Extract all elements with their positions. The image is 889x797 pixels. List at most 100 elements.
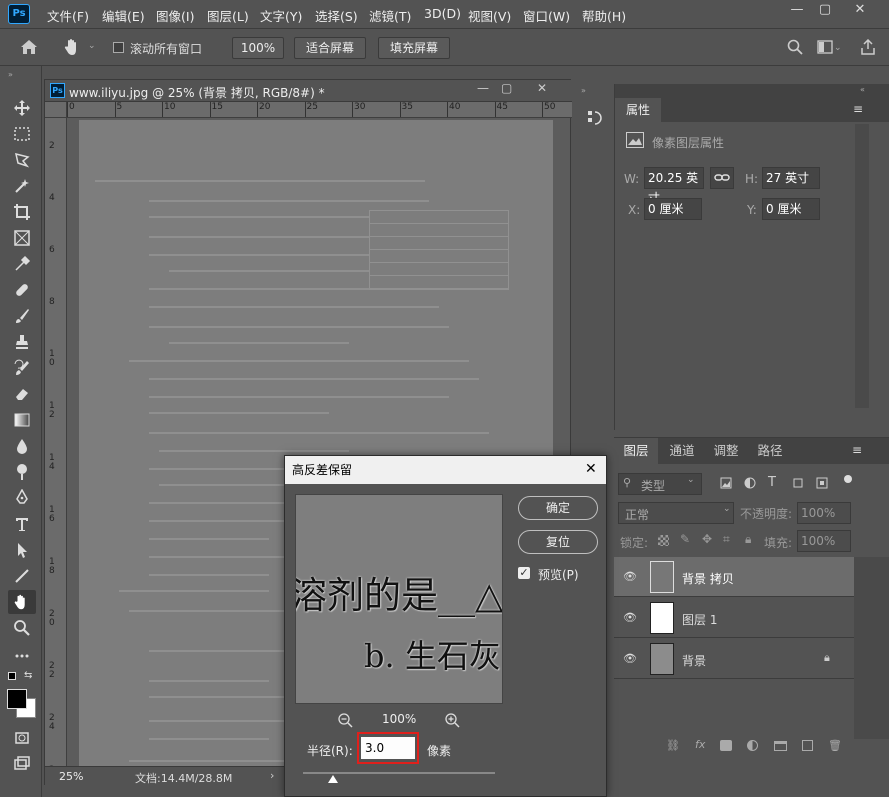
history-panel-icon[interactable] <box>585 108 605 131</box>
filter-adjustment-icon[interactable] <box>744 477 756 492</box>
brush-tool-icon[interactable] <box>8 304 36 328</box>
more-tools-icon[interactable] <box>8 644 36 668</box>
dodge-tool-icon[interactable] <box>8 460 36 484</box>
ok-button[interactable]: 确定 <box>518 496 598 520</box>
swap-colors-icon[interactable]: ⇆ <box>24 670 32 681</box>
panel-menu-icon[interactable]: ≡ <box>852 443 862 457</box>
blur-tool-icon[interactable] <box>8 434 36 458</box>
layer-row[interactable]: 👁︎ 图层 1 <box>614 598 854 638</box>
properties-scrollbar[interactable] <box>855 124 869 408</box>
crop-tool-icon[interactable] <box>8 200 36 224</box>
layer-style-icon[interactable]: fx <box>695 738 705 751</box>
width-field[interactable]: 20.25 英寸 <box>644 167 704 205</box>
zoom-100-button[interactable]: 100% <box>232 37 284 59</box>
foreground-color-swatch[interactable] <box>7 689 27 709</box>
link-layers-icon[interactable]: ⛓︎ <box>666 739 680 752</box>
layer-row[interactable]: 👁︎ 背景 🔒︎ <box>614 639 854 679</box>
menu-view[interactable]: 视图(V) <box>468 6 511 25</box>
gradient-tool-icon[interactable] <box>8 408 36 432</box>
delete-layer-icon[interactable]: 🗑︎ <box>828 739 842 752</box>
document-tab[interactable]: Ps www.iliyu.jpg @ 25% (背景 拷贝, RGB/8#) *… <box>45 80 572 102</box>
fill-field[interactable]: 100% <box>797 530 851 552</box>
menu-select[interactable]: 选择(S) <box>315 6 358 25</box>
eyedropper-tool-icon[interactable] <box>8 252 36 276</box>
default-colors-icon[interactable] <box>8 672 16 680</box>
preview-checkbox[interactable]: ✓ <box>518 567 530 579</box>
lock-transparent-icon[interactable] <box>658 535 669 546</box>
minimize-button[interactable]: — <box>782 2 812 20</box>
fill-screen-button[interactable]: 填充屏幕 <box>378 37 450 59</box>
layer-name[interactable]: 背景 拷贝 <box>682 570 734 587</box>
line-tool-icon[interactable] <box>8 564 36 588</box>
quick-mask-icon[interactable] <box>8 726 36 750</box>
zoom-in-icon[interactable] <box>444 712 460 731</box>
healing-brush-tool-icon[interactable] <box>8 278 36 302</box>
layer-name[interactable]: 图层 1 <box>682 611 717 628</box>
collapse-arrows-icon[interactable]: » <box>8 70 13 79</box>
lock-all-icon[interactable]: 🔒︎ <box>745 532 751 547</box>
tab-paths[interactable]: 路径 <box>748 438 792 464</box>
fit-screen-button[interactable]: 适合屏幕 <box>294 37 366 59</box>
visibility-eye-icon[interactable]: 👁︎ <box>623 611 637 624</box>
menu-help[interactable]: 帮助(H) <box>582 6 626 25</box>
frame-tool-icon[interactable] <box>8 226 36 250</box>
menu-3d[interactable]: 3D(D) <box>424 6 461 21</box>
menu-type[interactable]: 文字(Y) <box>260 6 302 25</box>
path-selection-tool-icon[interactable] <box>8 538 36 562</box>
share-icon[interactable] <box>860 38 876 58</box>
status-arrow-icon[interactable]: › <box>270 769 274 782</box>
lasso-tool-icon[interactable] <box>8 148 36 172</box>
tab-adjustments[interactable]: 调整 <box>704 438 748 464</box>
filter-pixel-icon[interactable] <box>720 477 732 492</box>
close-button[interactable]: ✕ <box>845 2 875 20</box>
tab-layers[interactable]: 图层 <box>614 438 658 464</box>
collapse-arrows-icon[interactable]: « <box>860 85 865 94</box>
menu-filter[interactable]: 滤镜(T) <box>369 6 411 25</box>
layer-filter-select[interactable]: ⚲ 类型 ⌄ <box>618 473 702 495</box>
menu-edit[interactable]: 编辑(E) <box>102 6 145 25</box>
pen-tool-icon[interactable] <box>8 486 36 510</box>
radius-slider-track[interactable] <box>303 772 495 774</box>
link-dimensions-icon[interactable] <box>710 167 734 189</box>
filter-smart-object-icon[interactable] <box>816 477 828 492</box>
scroll-all-checkbox[interactable] <box>113 42 124 53</box>
lock-pixels-icon[interactable]: ✎ <box>680 532 690 546</box>
collapse-arrows-icon[interactable]: » <box>581 86 586 95</box>
new-layer-icon[interactable] <box>802 740 813 751</box>
new-group-icon[interactable] <box>774 741 787 751</box>
menu-window[interactable]: 窗口(W) <box>523 6 570 25</box>
panel-menu-icon[interactable]: ≡ <box>853 102 863 116</box>
reset-button[interactable]: 复位 <box>518 530 598 554</box>
home-icon[interactable] <box>20 39 38 58</box>
menu-file[interactable]: 文件(F) <box>47 6 89 25</box>
menu-image[interactable]: 图像(I) <box>156 6 194 25</box>
filter-type-icon[interactable]: T <box>768 475 776 490</box>
marquee-tool-icon[interactable] <box>8 122 36 146</box>
visibility-eye-icon[interactable]: 👁︎ <box>623 652 637 665</box>
layer-row[interactable]: 👁︎ 背景 拷贝 <box>614 557 854 597</box>
filter-preview[interactable]: 溶剂的是__△ b. 生石灰 <box>295 494 503 704</box>
eraser-tool-icon[interactable] <box>8 382 36 406</box>
zoom-out-icon[interactable] <box>337 712 353 731</box>
type-tool-icon[interactable] <box>8 512 36 536</box>
hand-tool-preset-icon[interactable] <box>63 38 83 59</box>
x-position-field[interactable]: 0 厘米 <box>644 198 702 220</box>
magic-wand-tool-icon[interactable] <box>8 174 36 198</box>
blend-mode-select[interactable]: 正常 ⌄ <box>618 502 734 524</box>
layer-name[interactable]: 背景 <box>682 652 706 669</box>
hand-tool-icon[interactable] <box>8 590 36 614</box>
zoom-level[interactable]: 25% <box>59 770 83 783</box>
lock-artboard-icon[interactable]: ⌗ <box>723 532 730 547</box>
visibility-eye-icon[interactable]: 👁︎ <box>623 570 637 583</box>
doc-maximize-button[interactable]: ▢ <box>501 81 512 95</box>
filter-shape-icon[interactable] <box>792 477 804 492</box>
filter-toggle-icon[interactable] <box>844 475 852 483</box>
add-mask-icon[interactable] <box>720 740 732 751</box>
new-adjustment-icon[interactable] <box>747 740 758 751</box>
lock-position-icon[interactable]: ✥ <box>702 532 712 546</box>
workspace-icon[interactable] <box>817 40 833 57</box>
y-position-field[interactable]: 0 厘米 <box>762 198 820 220</box>
menu-layer[interactable]: 图层(L) <box>207 6 249 25</box>
tab-properties[interactable]: 属性 <box>615 98 661 122</box>
move-tool-icon[interactable] <box>8 96 36 120</box>
